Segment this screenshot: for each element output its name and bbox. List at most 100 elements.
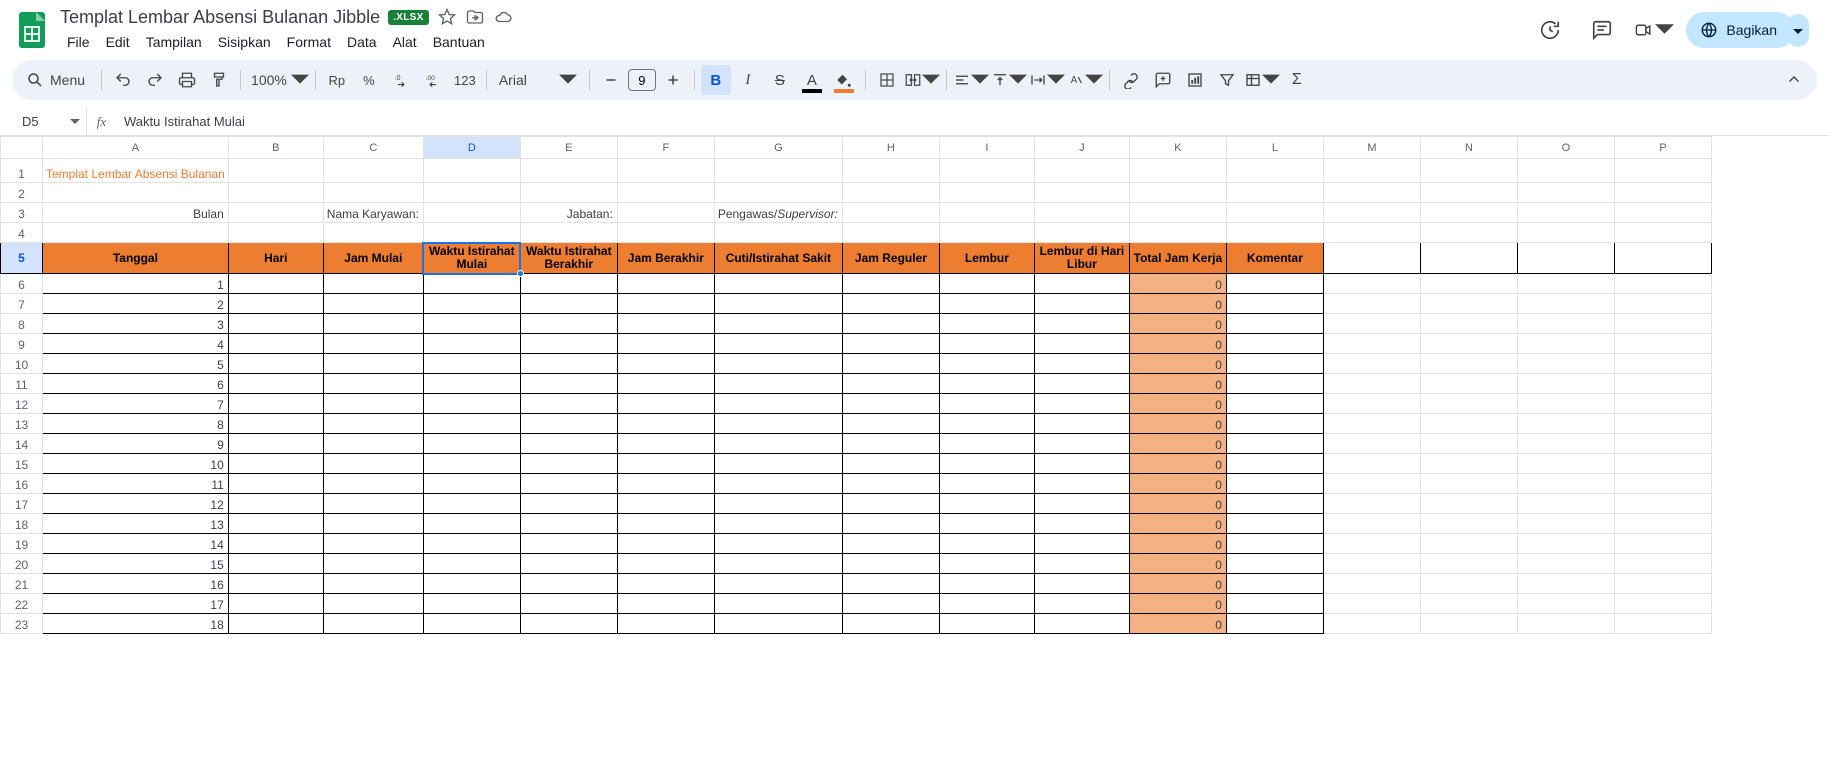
link-button[interactable]: [1116, 65, 1146, 95]
doc-title[interactable]: Templat Lembar Absensi Bulanan Jibble: [60, 7, 380, 28]
cell-O1[interactable]: [1517, 159, 1614, 183]
cell-G11[interactable]: [714, 374, 842, 394]
cell-N16[interactable]: [1420, 474, 1517, 494]
cell-D2[interactable]: [423, 183, 520, 203]
cell-D17[interactable]: [423, 494, 520, 514]
row-header-17[interactable]: 17: [1, 494, 43, 514]
cell-M16[interactable]: [1323, 474, 1420, 494]
cell-D7[interactable]: [423, 294, 520, 314]
cell-H12[interactable]: [842, 394, 939, 414]
cell-L19[interactable]: [1226, 534, 1323, 554]
cell-P21[interactable]: [1614, 574, 1711, 594]
cell-G4[interactable]: [714, 223, 842, 243]
menu-tools[interactable]: Alat: [386, 32, 424, 52]
decrease-decimal-button[interactable]: .0: [386, 65, 416, 95]
cell-M3[interactable]: [1323, 203, 1420, 223]
cell-C23[interactable]: [323, 614, 423, 634]
cell-P1[interactable]: [1614, 159, 1711, 183]
cell-E23[interactable]: [520, 614, 617, 634]
cell-H15[interactable]: [842, 454, 939, 474]
cell-A23[interactable]: 18: [43, 614, 229, 634]
cell-I6[interactable]: [939, 274, 1034, 294]
cell-K14[interactable]: 0: [1129, 434, 1226, 454]
cell-G21[interactable]: [714, 574, 842, 594]
cell-L23[interactable]: [1226, 614, 1323, 634]
cell-I4[interactable]: [939, 223, 1034, 243]
menu-format[interactable]: Format: [280, 32, 338, 52]
cell-G6[interactable]: [714, 274, 842, 294]
cell-D23[interactable]: [423, 614, 520, 634]
cell-H13[interactable]: [842, 414, 939, 434]
font-size-input[interactable]: [628, 69, 656, 91]
cell-I13[interactable]: [939, 414, 1034, 434]
cell-D3[interactable]: [423, 203, 520, 223]
cell-I22[interactable]: [939, 594, 1034, 614]
cell-M20[interactable]: [1323, 554, 1420, 574]
cell-I15[interactable]: [939, 454, 1034, 474]
cell-H10[interactable]: [842, 354, 939, 374]
cell-D13[interactable]: [423, 414, 520, 434]
cell-M13[interactable]: [1323, 414, 1420, 434]
cell-P7[interactable]: [1614, 294, 1711, 314]
tableview-button[interactable]: [1244, 65, 1280, 95]
cell-L1[interactable]: [1226, 159, 1323, 183]
cell-E21[interactable]: [520, 574, 617, 594]
cell-N2[interactable]: [1420, 183, 1517, 203]
row-header-4[interactable]: 4: [1, 223, 43, 243]
cell-J13[interactable]: [1034, 414, 1129, 434]
cell-K6[interactable]: 0: [1129, 274, 1226, 294]
cell-A8[interactable]: 3: [43, 314, 229, 334]
cell-I11[interactable]: [939, 374, 1034, 394]
cell-O9[interactable]: [1517, 334, 1614, 354]
cell-K15[interactable]: 0: [1129, 454, 1226, 474]
cell-P2[interactable]: [1614, 183, 1711, 203]
formula-input[interactable]: Waktu Istirahat Mulai: [116, 114, 1829, 129]
cell-G22[interactable]: [714, 594, 842, 614]
col-header-O[interactable]: O: [1517, 137, 1614, 159]
cell-G2[interactable]: [714, 183, 842, 203]
cell-L3[interactable]: [1226, 203, 1323, 223]
col-header-F[interactable]: F: [617, 137, 714, 159]
increase-font-button[interactable]: [658, 65, 688, 95]
cell-E2[interactable]: [520, 183, 617, 203]
col-header-N[interactable]: N: [1420, 137, 1517, 159]
cell-A17[interactable]: 12: [43, 494, 229, 514]
cell-E16[interactable]: [520, 474, 617, 494]
cell-J15[interactable]: [1034, 454, 1129, 474]
cell-P9[interactable]: [1614, 334, 1711, 354]
cell-I23[interactable]: [939, 614, 1034, 634]
cell-O10[interactable]: [1517, 354, 1614, 374]
cell-K20[interactable]: 0: [1129, 554, 1226, 574]
cell-M10[interactable]: [1323, 354, 1420, 374]
cell-E10[interactable]: [520, 354, 617, 374]
cell-F4[interactable]: [617, 223, 714, 243]
cloud-icon[interactable]: [493, 7, 513, 27]
cell-H5[interactable]: Jam Reguler: [842, 243, 939, 274]
cell-N18[interactable]: [1420, 514, 1517, 534]
cell-G13[interactable]: [714, 414, 842, 434]
cell-P20[interactable]: [1614, 554, 1711, 574]
row-header-12[interactable]: 12: [1, 394, 43, 414]
cell-L21[interactable]: [1226, 574, 1323, 594]
cell-D15[interactable]: [423, 454, 520, 474]
cell-N5[interactable]: [1420, 243, 1517, 274]
cell-A14[interactable]: 9: [43, 434, 229, 454]
cell-L11[interactable]: [1226, 374, 1323, 394]
share-button[interactable]: Bagikan: [1686, 12, 1795, 48]
cell-D18[interactable]: [423, 514, 520, 534]
cell-D8[interactable]: [423, 314, 520, 334]
cell-J22[interactable]: [1034, 594, 1129, 614]
cell-J10[interactable]: [1034, 354, 1129, 374]
cell-F23[interactable]: [617, 614, 714, 634]
cell-B2[interactable]: [228, 183, 323, 203]
cell-F9[interactable]: [617, 334, 714, 354]
cell-I18[interactable]: [939, 514, 1034, 534]
row-header-18[interactable]: 18: [1, 514, 43, 534]
cell-N21[interactable]: [1420, 574, 1517, 594]
cell-F13[interactable]: [617, 414, 714, 434]
cell-O5[interactable]: [1517, 243, 1614, 274]
cell-B20[interactable]: [228, 554, 323, 574]
cell-E14[interactable]: [520, 434, 617, 454]
halign-button[interactable]: [953, 65, 989, 95]
cell-J8[interactable]: [1034, 314, 1129, 334]
